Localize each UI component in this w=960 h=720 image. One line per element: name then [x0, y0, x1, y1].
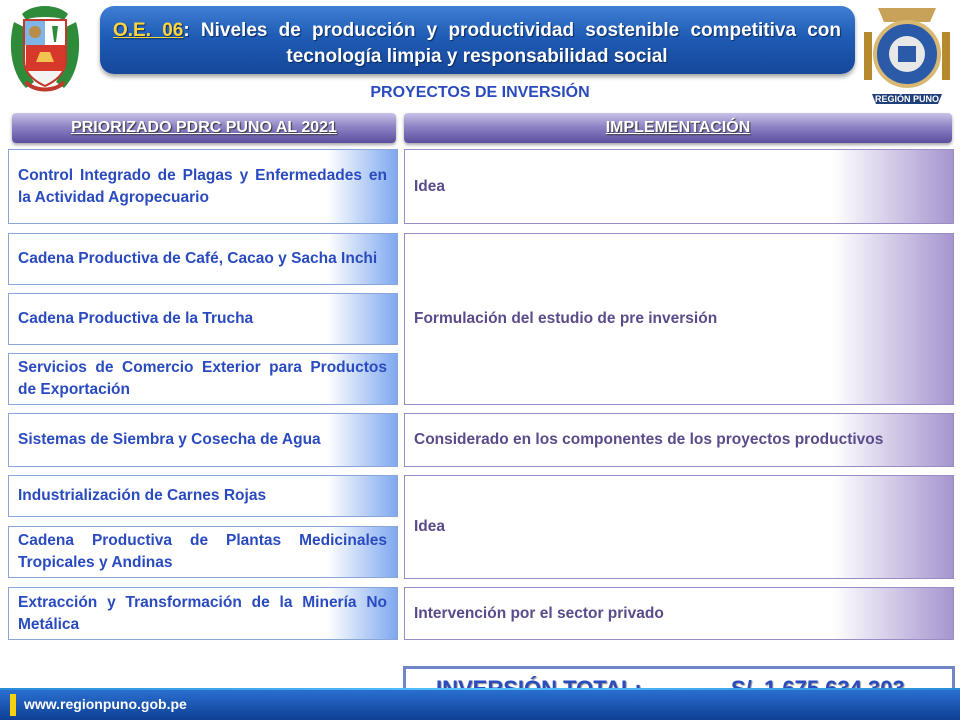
implementation-item: Intervención por el sector privado — [404, 587, 954, 640]
implementation-item: Idea — [404, 149, 954, 224]
project-item: Sistemas de Siembra y Cosecha de Agua — [8, 413, 398, 467]
implementation-item: Formulación del estudio de pre inversión — [404, 233, 954, 405]
implementation-item: Considerado en los componentes de los pr… — [404, 413, 954, 467]
region-puno-seal-logo: REGIÓN PUNO — [864, 8, 950, 120]
project-item: Servicios de Comercio Exterior para Prod… — [8, 353, 398, 405]
project-item: Cadena Productiva de Café, Cacao y Sacha… — [8, 233, 398, 285]
project-item: Extracción y Transformación de la Minerí… — [8, 587, 398, 640]
objective-separator: : — [183, 20, 201, 41]
objective-description: Niveles de producción y productividad so… — [200, 20, 842, 67]
footer-website: www.regionpuno.gob.pe — [24, 696, 187, 712]
project-item: Cadena Productiva de Plantas Medicinales… — [8, 526, 398, 578]
implementation-column-header: IMPLEMENTACIÓN — [404, 113, 952, 143]
banner-title: O.E. 06: Niveles de producción y product… — [113, 18, 841, 70]
section-title: PROYECTOS DE INVERSIÓN — [370, 84, 590, 101]
project-item: Control Integrado de Plagas y Enfermedad… — [8, 149, 398, 224]
implementation-item: Idea — [404, 475, 954, 579]
footer-marker — [10, 694, 16, 716]
project-item: Industrialización de Carnes Rojas — [8, 475, 398, 517]
peru-coat-of-arms-logo — [10, 6, 80, 92]
priority-column-header: PRIORIZADO PDRC PUNO AL 2021 — [12, 113, 396, 143]
project-item: Cadena Productiva de la Trucha — [8, 293, 398, 345]
seal-caption: REGIÓN PUNO — [875, 93, 939, 104]
objective-code: O.E. 06 — [113, 20, 184, 41]
